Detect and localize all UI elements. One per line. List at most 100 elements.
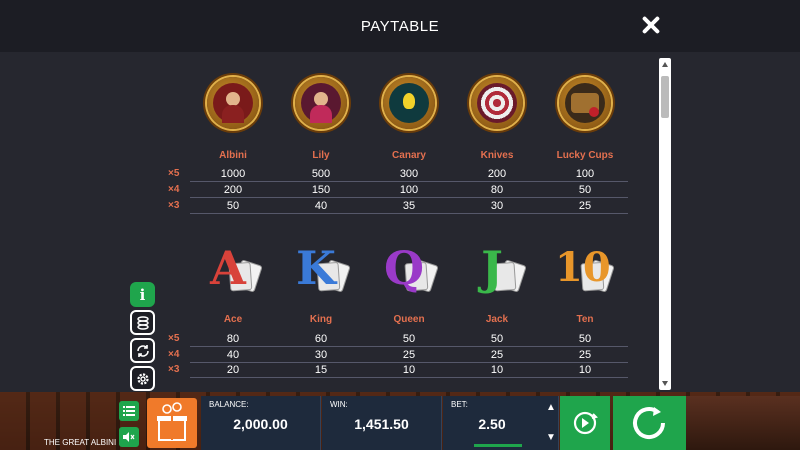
menu-list-icon[interactable] bbox=[119, 401, 139, 421]
autoplay-icon bbox=[573, 411, 598, 435]
acrobat-lady-medallion-icon bbox=[289, 71, 353, 135]
pay-value: 200 bbox=[223, 184, 243, 196]
symbol-name: Queen bbox=[393, 314, 425, 325]
symbol-name: Jack bbox=[485, 314, 509, 325]
pay-value: 30 bbox=[314, 349, 328, 361]
pay-value: 35 bbox=[402, 200, 416, 212]
autoplay-button[interactable] bbox=[560, 396, 610, 450]
bet-stepper[interactable]: ▲ ▼ bbox=[544, 402, 558, 446]
symbol-name: Albini bbox=[219, 150, 247, 161]
bet-level-indicator bbox=[474, 444, 522, 447]
bet-value: 2.50 bbox=[478, 416, 506, 432]
scrollbar[interactable] bbox=[659, 58, 671, 390]
king-symbol-icon: K bbox=[289, 236, 353, 300]
multiplier-label: ×5 bbox=[168, 168, 180, 179]
pay-value: 15 bbox=[314, 364, 328, 376]
pay-value: 50 bbox=[402, 333, 416, 345]
pay-value: 25 bbox=[402, 349, 416, 361]
canary-medallion-icon bbox=[377, 71, 441, 135]
symbol-name: Canary bbox=[392, 150, 426, 161]
balance-value: 2,000.00 bbox=[233, 416, 288, 432]
symbol-name: Ten bbox=[576, 314, 594, 325]
pay-value: 10 bbox=[578, 364, 592, 376]
symbol-letter: K bbox=[296, 241, 336, 295]
page-title: PAYTABLE bbox=[360, 18, 440, 35]
autoplay-settings-icon[interactable] bbox=[130, 338, 155, 363]
pay-value: 25 bbox=[578, 349, 592, 361]
pay-value: 500 bbox=[311, 168, 331, 180]
queen-symbol-icon: Q bbox=[377, 236, 441, 300]
symbol-name: Lucky Cups bbox=[556, 150, 614, 161]
symbol-name: Knives bbox=[480, 150, 514, 161]
balance-label: BALANCE: bbox=[209, 400, 249, 409]
bet-panel[interactable]: BET: 2.50 bbox=[443, 396, 559, 450]
pay-value: 50 bbox=[578, 184, 592, 196]
pay-value: 30 bbox=[490, 200, 504, 212]
row-divider bbox=[190, 213, 628, 214]
symbol-name: Lily bbox=[312, 150, 330, 161]
pay-value: 25 bbox=[490, 349, 504, 361]
symbol-letter: J bbox=[481, 241, 503, 295]
balance-panel: BALANCE: 2,000.00 bbox=[201, 396, 321, 450]
gift-bonus-button[interactable] bbox=[147, 398, 197, 448]
info-icon[interactable]: i bbox=[130, 282, 155, 307]
pay-value: 25 bbox=[578, 200, 592, 212]
multiplier-label: ×5 bbox=[168, 333, 180, 344]
symbol-name: Ace bbox=[223, 314, 243, 325]
bet-up-icon[interactable]: ▲ bbox=[544, 402, 558, 413]
pay-value: 80 bbox=[490, 184, 504, 196]
jack-symbol-icon: J bbox=[465, 236, 529, 300]
pay-value: 40 bbox=[314, 200, 328, 212]
pay-value: 60 bbox=[314, 333, 328, 345]
pay-value: 100 bbox=[575, 168, 595, 180]
win-panel: WIN: 1,451.50 bbox=[322, 396, 442, 450]
game-name: THE GREAT ALBINI bbox=[44, 438, 117, 447]
win-label: WIN: bbox=[330, 400, 348, 409]
pay-value: 200 bbox=[487, 168, 507, 180]
row-divider bbox=[190, 197, 628, 198]
symbol-name: King bbox=[309, 314, 333, 325]
bet-label: BET: bbox=[451, 400, 468, 409]
multiplier-label: ×4 bbox=[168, 184, 180, 195]
pay-value: 1000 bbox=[220, 168, 246, 180]
multiplier-label: ×3 bbox=[168, 364, 180, 375]
scroll-up-icon[interactable] bbox=[662, 62, 668, 67]
pay-value: 10 bbox=[402, 364, 416, 376]
symbol-letter: Q bbox=[383, 241, 425, 295]
win-value: 1,451.50 bbox=[354, 416, 409, 432]
pay-value: 50 bbox=[226, 200, 240, 212]
gift-icon bbox=[157, 402, 187, 441]
symbol-letter: A bbox=[210, 241, 246, 295]
sound-mute-icon[interactable] bbox=[119, 427, 139, 447]
coins-icon[interactable] bbox=[130, 310, 155, 335]
pay-value: 80 bbox=[226, 333, 240, 345]
close-icon[interactable] bbox=[640, 14, 662, 36]
row-divider bbox=[190, 362, 628, 363]
pay-value: 20 bbox=[226, 364, 240, 376]
paytable-header: PAYTABLE bbox=[0, 0, 800, 52]
row-divider bbox=[190, 377, 628, 378]
pay-value: 150 bbox=[311, 184, 331, 196]
spin-icon bbox=[633, 407, 665, 439]
ace-symbol-icon: A bbox=[201, 236, 265, 300]
multiplier-label: ×4 bbox=[168, 349, 180, 360]
scroll-thumb[interactable] bbox=[661, 76, 669, 118]
pay-value: 100 bbox=[399, 184, 419, 196]
bet-down-icon[interactable]: ▼ bbox=[544, 432, 558, 443]
row-divider bbox=[190, 346, 628, 347]
multiplier-label: ×3 bbox=[168, 200, 180, 211]
knife-wheel-medallion-icon bbox=[465, 71, 529, 135]
symbol-letter: 10 bbox=[555, 244, 611, 291]
scroll-down-icon[interactable] bbox=[662, 381, 668, 386]
pay-value: 300 bbox=[399, 168, 419, 180]
pay-value: 50 bbox=[490, 333, 504, 345]
ringmaster-medallion-icon bbox=[201, 71, 265, 135]
theater-backdrop bbox=[686, 396, 800, 450]
ten-symbol-icon: 10 bbox=[553, 236, 617, 300]
pay-value: 40 bbox=[226, 349, 240, 361]
lucky-cups-medallion-icon bbox=[553, 71, 617, 135]
pay-value: 10 bbox=[490, 364, 504, 376]
spin-button[interactable] bbox=[613, 396, 686, 450]
settings-gear-icon[interactable] bbox=[130, 366, 155, 391]
paytable-screen: PAYTABLE Albini Lily Canary Knives Lucky… bbox=[0, 0, 800, 450]
